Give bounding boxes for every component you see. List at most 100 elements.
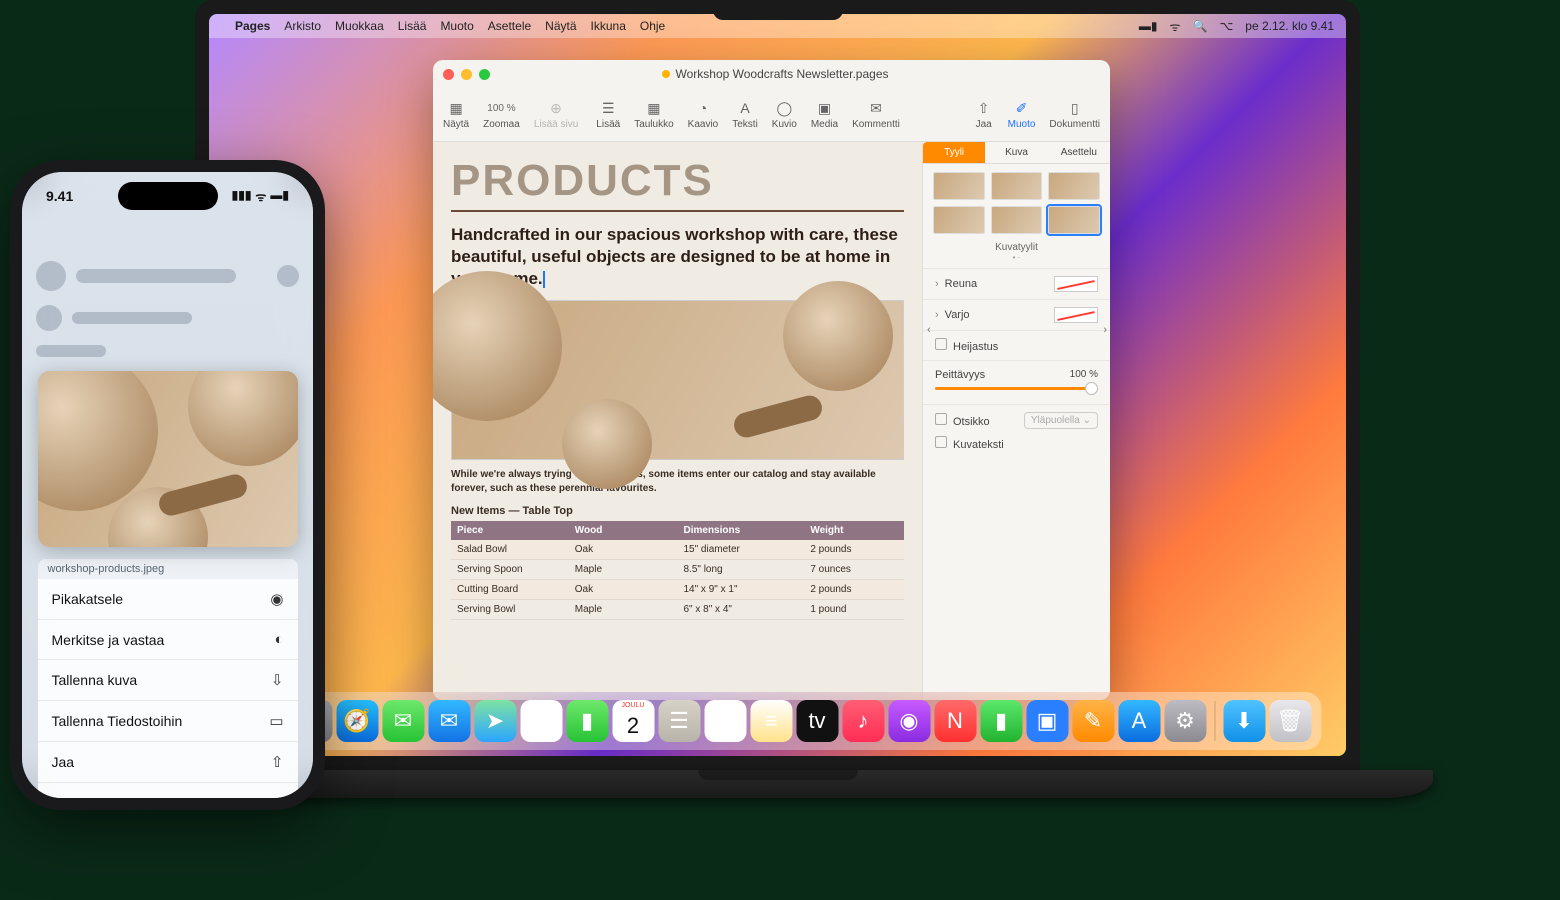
tool-media[interactable]: ▣Media xyxy=(811,99,838,130)
battery-icon[interactable]: ▬▮ xyxy=(1139,19,1158,33)
dock-photos[interactable]: ✿ xyxy=(520,700,562,742)
table-row[interactable]: Serving SpoonMaple8.5" long7 ounces xyxy=(451,560,904,580)
menu-muokkaa[interactable]: Muokkaa xyxy=(335,19,384,33)
col-dimensions[interactable]: Dimensions xyxy=(677,521,804,540)
dock-downloads[interactable]: ⬇ xyxy=(1223,700,1265,742)
tool-document[interactable]: ▯Dokumentti xyxy=(1049,99,1100,130)
menu-item-markup[interactable]: Merkitse ja vastaa◐ xyxy=(38,619,298,659)
table-cell[interactable]: Maple xyxy=(569,560,678,580)
dock-numbers[interactable]: ▮ xyxy=(980,700,1022,742)
dock-contacts[interactable]: ☰ xyxy=(658,700,700,742)
tool-view[interactable]: ▦Näytä xyxy=(443,99,469,130)
menu-arkisto[interactable]: Arkisto xyxy=(284,19,321,33)
col-wood[interactable]: Wood xyxy=(569,521,678,540)
table-cell[interactable]: 6" x 8" x 4" xyxy=(677,600,804,620)
style-thumb[interactable] xyxy=(991,172,1043,200)
dock-messages[interactable]: ✉ xyxy=(382,700,424,742)
menu-ohje[interactable]: Ohje xyxy=(640,19,665,33)
doc-body[interactable]: While we're always trying out new forms,… xyxy=(451,468,904,495)
dock-trash[interactable]: 🗑 xyxy=(1269,700,1311,742)
tool-comment[interactable]: ✉Kommentti xyxy=(852,99,900,130)
table-cell[interactable]: Serving Bowl xyxy=(451,600,569,620)
fullscreen-icon[interactable] xyxy=(479,69,490,80)
menu-clock[interactable]: pe 2.12. klo 9.41 xyxy=(1245,19,1334,33)
tool-format[interactable]: ✐Muoto xyxy=(1008,99,1036,130)
tool-add-page[interactable]: ⊕Lisää sivu xyxy=(534,99,578,130)
table-cell[interactable]: Oak xyxy=(569,540,678,560)
dock-settings[interactable]: ⚙ xyxy=(1164,700,1206,742)
menu-item-share[interactable]: Jaa⇧ xyxy=(38,741,298,782)
dock-keynote[interactable]: ▣ xyxy=(1026,700,1068,742)
inspector-border[interactable]: Reuna xyxy=(923,268,1110,299)
menu-ikkuna[interactable]: Ikkuna xyxy=(591,19,626,33)
doc-section-title[interactable]: New Items — Table Top xyxy=(451,505,904,517)
table-cell[interactable]: 8.5" long xyxy=(677,560,804,580)
tool-share[interactable]: ⇧Jaa xyxy=(974,99,994,130)
title-position-select[interactable]: Yläpuolella ⌄ xyxy=(1024,412,1098,429)
inspector-caption[interactable]: Kuvateksti xyxy=(923,436,1110,458)
document-canvas[interactable]: PRODUCTS Handcrafted in our spacious wor… xyxy=(433,142,922,700)
close-icon[interactable] xyxy=(443,69,454,80)
minimize-icon[interactable] xyxy=(461,69,472,80)
attachment-preview[interactable] xyxy=(38,371,298,547)
opacity-value[interactable]: 100 % xyxy=(1070,369,1098,380)
menu-muoto[interactable]: Muoto xyxy=(440,19,473,33)
doc-heading[interactable]: PRODUCTS xyxy=(451,156,904,212)
window-titlebar[interactable]: Workshop Woodcrafts Newsletter.pages xyxy=(433,60,1110,88)
dock-safari[interactable]: 🧭 xyxy=(336,700,378,742)
inspector-tab-style[interactable]: Tyyli xyxy=(923,142,985,164)
col-piece[interactable]: Piece xyxy=(451,521,569,540)
style-thumb[interactable] xyxy=(1048,172,1100,200)
styles-next-icon[interactable]: › xyxy=(1103,324,1107,336)
inspector-tab-layout[interactable]: Asettelu xyxy=(1048,142,1110,164)
shadow-swatch[interactable] xyxy=(1054,307,1098,323)
menu-item-copy[interactable]: Kopioi⧉ xyxy=(38,782,298,798)
table-cell[interactable]: 2 pounds xyxy=(804,580,904,600)
dock-music[interactable]: ♪ xyxy=(842,700,884,742)
table-cell[interactable]: 15" diameter xyxy=(677,540,804,560)
tool-text[interactable]: ATeksti xyxy=(732,99,758,130)
table-row[interactable]: Cutting BoardOak14" x 9" x 1"2 pounds xyxy=(451,580,904,600)
table-cell[interactable]: Maple xyxy=(569,600,678,620)
control-center-icon[interactable]: ⌥ xyxy=(1219,19,1233,33)
table-cell[interactable]: Oak xyxy=(569,580,678,600)
styles-prev-icon[interactable]: ‹ xyxy=(927,324,931,336)
style-thumb-selected[interactable] xyxy=(1048,206,1100,234)
dock-facetime[interactable]: ▮ xyxy=(566,700,608,742)
menu-item-eye[interactable]: Pikakatsele◉ xyxy=(38,579,298,619)
dock-notes[interactable]: ≡ xyxy=(750,700,792,742)
table-row[interactable]: Salad BowlOak15" diameter2 pounds xyxy=(451,540,904,560)
tool-table[interactable]: ▦Taulukko xyxy=(634,99,673,130)
table-cell[interactable]: Cutting Board xyxy=(451,580,569,600)
products-table[interactable]: Piece Wood Dimensions Weight Salad BowlO… xyxy=(451,521,904,620)
menu-asettele[interactable]: Asettele xyxy=(488,19,531,33)
tool-insert[interactable]: ☰Lisää xyxy=(596,99,620,130)
inspector-tab-image[interactable]: Kuva xyxy=(985,142,1047,164)
table-cell[interactable]: Salad Bowl xyxy=(451,540,569,560)
style-thumb[interactable] xyxy=(933,206,985,234)
dock-calendar[interactable]: JOULU2 xyxy=(612,700,654,742)
dock-podcasts[interactable]: ◉ xyxy=(888,700,930,742)
dock-maps[interactable]: ➤ xyxy=(474,700,516,742)
wifi-icon[interactable]: ᯤ xyxy=(1170,18,1181,35)
spotlight-icon[interactable]: 🔍 xyxy=(1192,19,1207,33)
dock-appstore[interactable]: A xyxy=(1118,700,1160,742)
table-cell[interactable]: 7 ounces xyxy=(804,560,904,580)
table-cell[interactable]: 14" x 9" x 1" xyxy=(677,580,804,600)
table-cell[interactable]: 2 pounds xyxy=(804,540,904,560)
style-thumb[interactable] xyxy=(933,172,985,200)
dock-tv[interactable]: tv xyxy=(796,700,838,742)
menu-lisaa[interactable]: Lisää xyxy=(398,19,427,33)
menu-nayta[interactable]: Näytä xyxy=(545,19,576,33)
dock-news[interactable]: N xyxy=(934,700,976,742)
doc-image[interactable] xyxy=(451,300,904,460)
border-swatch[interactable] xyxy=(1054,276,1098,292)
inspector-title[interactable]: Otsikko Yläpuolella ⌄ xyxy=(923,404,1110,436)
menu-item-save-image[interactable]: Tallenna kuva⇩ xyxy=(38,659,298,700)
dock-pages[interactable]: ✎ xyxy=(1072,700,1114,742)
dock-reminders[interactable]: ☰ xyxy=(704,700,746,742)
dock-mail[interactable]: ✉ xyxy=(428,700,470,742)
menu-item-folder[interactable]: Tallenna Tiedostoihin▭ xyxy=(38,700,298,741)
tool-zoom[interactable]: 100 %Zoomaa xyxy=(483,99,520,130)
opacity-slider[interactable] xyxy=(935,387,1098,390)
